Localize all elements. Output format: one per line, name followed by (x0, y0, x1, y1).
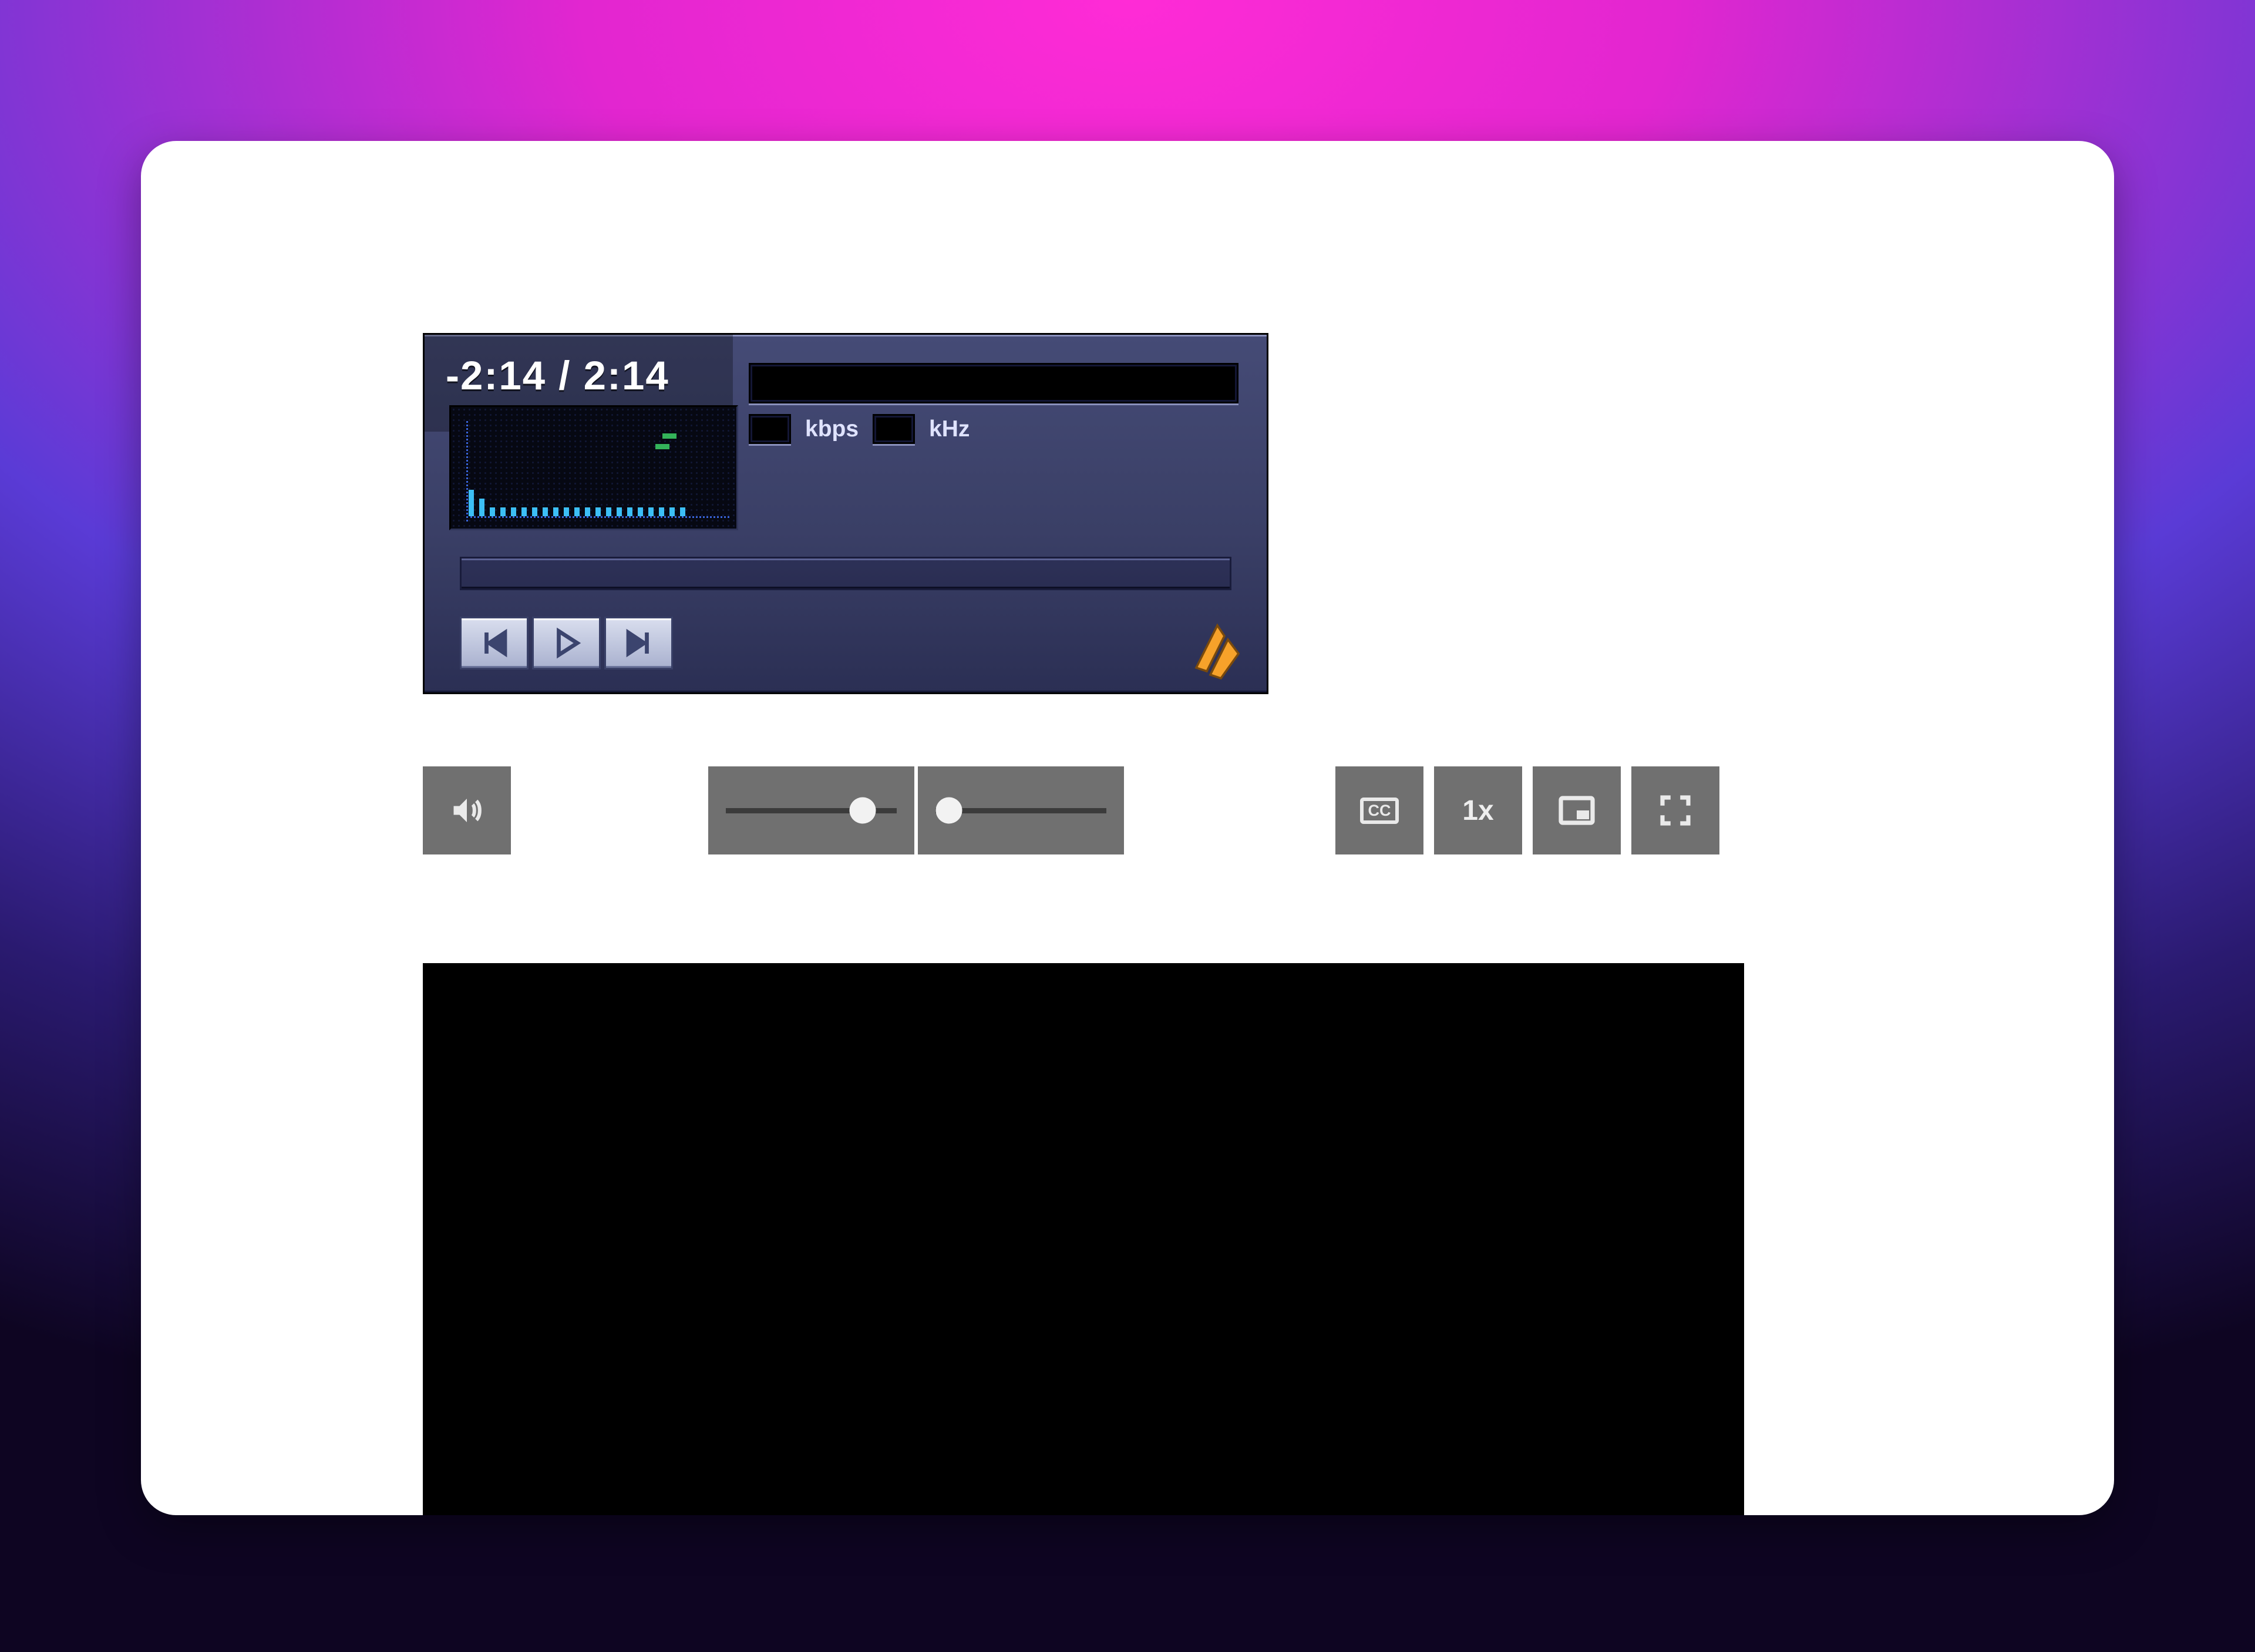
spectrum-visualizer[interactable] (449, 405, 738, 530)
samplerate-value (873, 414, 915, 444)
next-button[interactable] (604, 617, 673, 669)
winamp-logo-icon[interactable] (1186, 618, 1249, 682)
captions-button[interactable]: CC (1335, 766, 1423, 854)
fullscreen-button[interactable] (1631, 766, 1719, 854)
cc-icon: CC (1360, 798, 1399, 824)
pip-icon (1556, 789, 1598, 832)
media-controls-row: CC 1x (423, 766, 1719, 854)
skip-previous-icon (479, 627, 510, 659)
transport-controls (460, 617, 673, 669)
pip-button[interactable] (1533, 766, 1621, 854)
volume-button[interactable] (423, 766, 511, 854)
playback-speed-button[interactable]: 1x (1434, 766, 1522, 854)
play-icon (551, 627, 583, 659)
samplerate-label: kHz (929, 416, 970, 442)
slider-2[interactable] (918, 766, 1124, 854)
fullscreen-icon (1656, 791, 1695, 830)
speaker-icon (449, 793, 484, 828)
slider-1-thumb[interactable] (849, 798, 876, 824)
winamp-player: -2:14 / 2:14 kbps kHz (423, 333, 1268, 694)
bitrate-value (749, 414, 791, 444)
time-display: -2:14 / 2:14 (446, 352, 669, 399)
track-title-field (749, 363, 1238, 403)
winamp-inner: -2:14 / 2:14 kbps kHz (425, 335, 1267, 692)
play-button[interactable] (532, 617, 601, 669)
app-card: -2:14 / 2:14 kbps kHz (141, 141, 2114, 1515)
stream-info: kbps kHz (749, 414, 970, 444)
slider-2-thumb[interactable] (936, 798, 962, 824)
video-surface[interactable] (423, 963, 1744, 1515)
right-controls: CC 1x (1335, 766, 1719, 854)
slider-1[interactable] (708, 766, 914, 854)
previous-button[interactable] (460, 617, 529, 669)
bitrate-label: kbps (805, 416, 859, 442)
skip-next-icon (623, 627, 655, 659)
seek-bar[interactable] (460, 557, 1231, 590)
